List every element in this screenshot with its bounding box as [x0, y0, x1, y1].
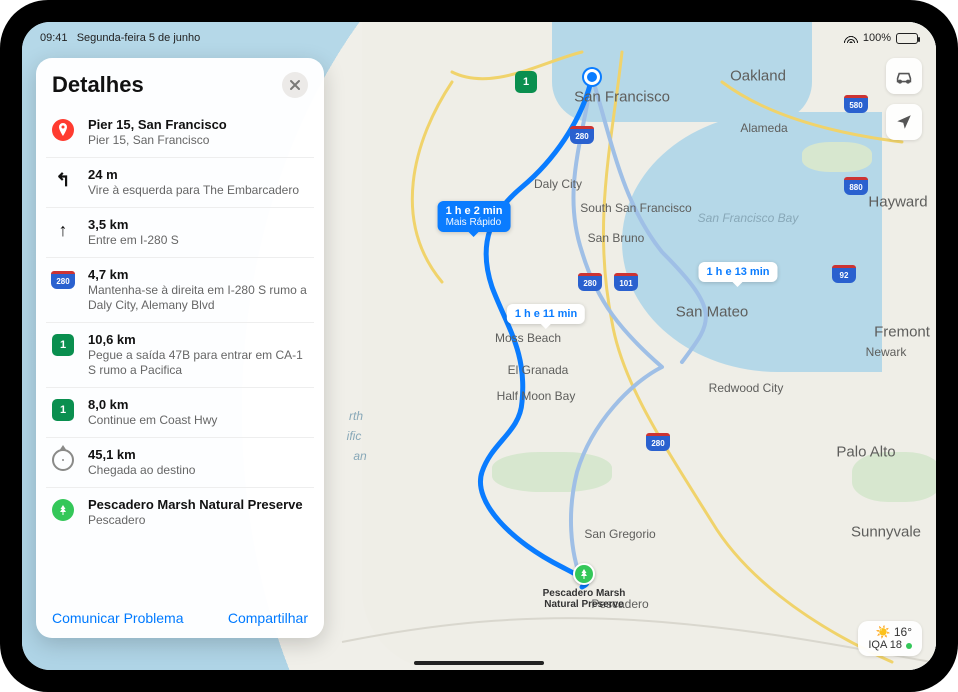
locate-button[interactable]: [886, 104, 922, 140]
map-label-daly: Daly City: [534, 177, 582, 191]
map-label-newark: Newark: [866, 345, 907, 359]
step-distance: Pescadero Marsh Natural Preserve: [88, 497, 310, 512]
map-label-pacific2: ific: [347, 429, 362, 443]
callout-alt2[interactable]: 1 h e 13 min: [699, 262, 778, 282]
tree-icon: [578, 568, 590, 580]
map-label-pacific3: an: [353, 449, 366, 463]
close-button[interactable]: [282, 72, 308, 98]
route-shield-101-icon: 101: [614, 273, 638, 291]
direction-step[interactable]: 280 4,7 kmMantenha-se à direita em I-280 …: [46, 258, 314, 323]
direction-step[interactable]: Pier 15, San FranciscoPier 15, San Franc…: [46, 108, 314, 158]
location-arrow-icon: [895, 113, 913, 131]
callout-time: 1 h e 2 min: [446, 205, 503, 217]
map-label-sunnyvale: Sunnyvale: [851, 524, 921, 541]
step-description: Pier 15, San Francisco: [88, 133, 310, 148]
turn-left-icon: ↰: [55, 170, 70, 191]
share-link[interactable]: Compartilhar: [228, 610, 308, 626]
arrive-icon: [52, 449, 74, 471]
map-label-hayward: Hayward: [868, 194, 927, 211]
map-label-elgranada: El Granada: [508, 363, 569, 377]
map-label-paloalto: Palo Alto: [836, 444, 895, 461]
step-description: Mantenha-se à direita em I-280 S rumo a …: [88, 283, 310, 313]
route-shield-880-icon: 880: [844, 177, 868, 195]
step-distance: Pier 15, San Francisco: [88, 117, 310, 132]
battery-icon: [896, 33, 918, 44]
direction-step[interactable]: Pescadero Marsh Natural PreservePescader…: [46, 488, 314, 537]
map-label-alameda: Alameda: [740, 121, 787, 135]
route-shield-580-icon: 580: [844, 95, 868, 113]
route-shield-280-icon: 280: [51, 271, 75, 289]
weather-chip[interactable]: ☀️ 16° IQA 18: [858, 621, 922, 656]
callout-time: 1 h e 11 min: [515, 308, 577, 320]
step-description: Vire à esquerda para The Embarcadero: [88, 183, 310, 198]
pin-icon: [52, 119, 74, 141]
close-icon: [289, 79, 301, 91]
start-marker[interactable]: [584, 69, 600, 85]
end-marker[interactable]: [573, 563, 595, 585]
details-card: Detalhes Pier 15, San FranciscoPier 15, …: [36, 58, 324, 638]
report-problem-link[interactable]: Comunicar Problema: [52, 610, 184, 626]
callout-alt1[interactable]: 1 h e 11 min: [507, 304, 585, 324]
map-label-mossbeach: Moss Beach: [495, 331, 561, 345]
map-label-oakland: Oakland: [730, 68, 786, 85]
route-shield-1-icon: 1: [52, 399, 74, 421]
direction-step[interactable]: ↰ 24 mVire à esquerda para The Embarcader…: [46, 158, 314, 208]
aqi-dot-icon: [906, 643, 912, 649]
direction-step[interactable]: 1 10,6 kmPegue a saída 47B para entrar em…: [46, 323, 314, 388]
direction-step[interactable]: ↑ 3,5 kmEntre em I-280 S: [46, 208, 314, 258]
step-description: Pegue a saída 47B para entrar em CA-1 S …: [88, 348, 310, 378]
step-distance: 8,0 km: [88, 397, 310, 412]
map-label-sangregorio: San Gregorio: [584, 527, 655, 541]
callout-time: 1 h e 13 min: [707, 266, 770, 278]
status-bar: 09:41 Segunda-feira 5 de junho 100%: [22, 28, 936, 48]
map-label-sanbruno: San Bruno: [588, 231, 645, 245]
status-date: Segunda-feira 5 de junho: [77, 32, 201, 44]
map-mode-button[interactable]: [886, 58, 922, 94]
map-label-halfmoon: Half Moon Bay: [497, 389, 576, 403]
end-marker-label: Pescadero MarshNatural Preserve: [543, 588, 626, 610]
map-label-ssf: South San Francisco: [580, 201, 691, 215]
step-description: Entre em I-280 S: [88, 233, 310, 248]
home-indicator[interactable]: [414, 661, 544, 665]
route-shield-1-icon: 1: [515, 71, 537, 93]
weather-temp: 16°: [894, 625, 912, 639]
direction-step[interactable]: 45,1 kmChegada ao destino: [46, 438, 314, 488]
step-description: Continue em Coast Hwy: [88, 413, 310, 428]
step-distance: 24 m: [88, 167, 310, 182]
step-description: Chegada ao destino: [88, 463, 310, 478]
step-distance: 4,7 km: [88, 267, 310, 282]
callout-sub: Mais Rápido: [446, 217, 503, 228]
map-label-sanmateo: San Mateo: [676, 304, 749, 321]
map-label-pacific1: rth: [349, 409, 363, 423]
route-shield-280-icon: 280: [646, 433, 670, 451]
route-shield-1-icon: 1: [52, 334, 74, 356]
step-description: Pescadero: [88, 513, 310, 528]
route-shield-280-icon: 280: [570, 126, 594, 144]
map-label-sfbay: San Francisco Bay: [698, 211, 799, 225]
map-label-fremont: Fremont: [874, 324, 930, 341]
car-icon: [894, 68, 914, 84]
map-label-redwood: Redwood City: [709, 381, 784, 395]
card-title: Detalhes: [52, 72, 144, 98]
straight-icon: ↑: [59, 220, 68, 241]
step-distance: 3,5 km: [88, 217, 310, 232]
status-time: 09:41: [40, 32, 68, 44]
weather-aqi: IQA 18: [868, 639, 902, 652]
battery-pct: 100%: [863, 32, 891, 44]
park-icon: [52, 499, 74, 521]
directions-list[interactable]: Pier 15, San FranciscoPier 15, San Franc…: [36, 108, 324, 600]
route-shield-92-icon: 92: [832, 265, 856, 283]
callout-fastest[interactable]: 1 h e 2 min Mais Rápido: [438, 201, 511, 232]
direction-step[interactable]: 1 8,0 kmContinue em Coast Hwy: [46, 388, 314, 438]
map-label-sf: San Francisco: [574, 89, 670, 106]
route-shield-280-icon: 280: [578, 273, 602, 291]
step-distance: 45,1 km: [88, 447, 310, 462]
step-distance: 10,6 km: [88, 332, 310, 347]
wifi-icon: [844, 33, 858, 43]
